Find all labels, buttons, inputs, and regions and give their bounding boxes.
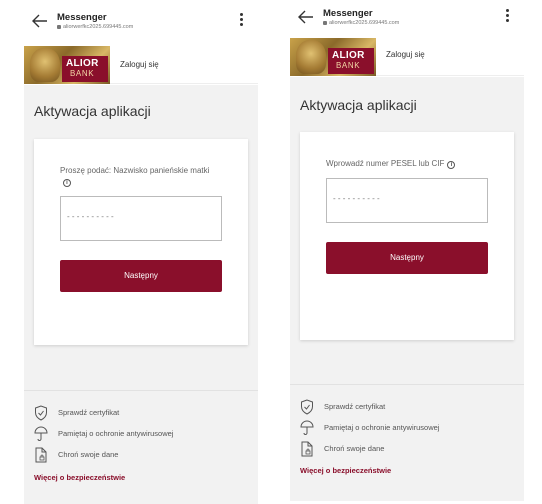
lock-icon xyxy=(57,24,61,29)
next-button[interactable]: Następny xyxy=(326,242,488,274)
browser-topbar: Messenger aliorwerfkc2025.699445.com xyxy=(24,0,258,42)
maiden-name-input[interactable] xyxy=(67,212,207,221)
more-security-link[interactable]: Więcej o bezpieczeństwie xyxy=(34,473,125,482)
document-lock-icon xyxy=(34,447,48,463)
umbrella-icon xyxy=(34,426,48,442)
lion-emblem-icon xyxy=(296,40,326,74)
maiden-name-field[interactable] xyxy=(60,196,222,241)
logo-text-top: ALIOR xyxy=(332,50,365,61)
field-label: Wprowadź numer PESEL lub CIF i xyxy=(326,158,496,169)
phone-screen-left: Messenger aliorwerfkc2025.699445.com ALI… xyxy=(24,0,258,504)
login-link[interactable]: Zaloguj się xyxy=(386,50,425,59)
url-text: aliorwerfkc2025.699445.com xyxy=(323,20,399,26)
alior-bank-logo[interactable]: ALIOR BANK xyxy=(290,38,376,76)
info-icon[interactable]: i xyxy=(447,161,456,169)
document-lock-icon xyxy=(300,441,314,457)
back-arrow-icon[interactable] xyxy=(32,14,48,28)
brand-bar: ALIOR BANK Zaloguj się xyxy=(290,38,524,76)
form-card: Wprowadź numer PESEL lub CIFi Następny xyxy=(300,132,514,340)
umbrella-icon xyxy=(300,420,314,436)
phone-screen-right: Messenger aliorwerfkc2025.699445.com ALI… xyxy=(290,0,524,504)
shield-check-icon xyxy=(34,405,48,421)
pesel-field[interactable] xyxy=(326,178,488,223)
login-link[interactable]: Zaloguj się xyxy=(120,60,159,69)
more-menu-icon[interactable] xyxy=(238,13,244,29)
browser-topbar: Messenger aliorwerfkc2025.699445.com xyxy=(290,0,524,38)
brand-bar: ALIOR BANK Zaloguj się xyxy=(24,46,258,84)
lock-icon xyxy=(323,20,327,25)
url-label: aliorwerfkc2025.699445.com xyxy=(63,24,134,30)
url-text: aliorwerfkc2025.699445.com xyxy=(57,24,133,30)
next-button[interactable]: Następny xyxy=(60,260,222,292)
pesel-input[interactable] xyxy=(333,194,473,203)
url-label: aliorwerfkc2025.699445.com xyxy=(329,20,400,26)
security-footer: Sprawdź certyfikat Pamiętaj o ochronie a… xyxy=(24,390,258,504)
more-menu-icon[interactable] xyxy=(504,9,510,25)
info-icon[interactable]: i xyxy=(63,179,71,187)
page-title: Aktywacja aplikacji xyxy=(300,97,417,113)
back-arrow-icon[interactable] xyxy=(298,10,314,24)
app-title: Messenger xyxy=(57,12,107,23)
lion-emblem-icon xyxy=(30,48,60,82)
logo-text-top: ALIOR xyxy=(66,58,99,69)
alior-bank-logo[interactable]: ALIOR BANK xyxy=(24,46,110,84)
shield-check-icon xyxy=(300,399,314,415)
more-security-link[interactable]: Więcej o bezpieczeństwie xyxy=(300,466,391,475)
form-card: Proszę podać: Nazwisko panieńskie matkii… xyxy=(34,139,248,345)
main-content: Aktywacja aplikacji Proszę podać: Nazwis… xyxy=(24,85,258,390)
app-title: Messenger xyxy=(323,8,373,19)
field-label: Proszę podać: Nazwisko panieńskie matkii xyxy=(60,166,210,187)
security-footer: Sprawdź certyfikat Pamiętaj o ochronie a… xyxy=(290,384,524,501)
logo-text-bottom: BANK xyxy=(336,61,361,70)
page-title: Aktywacja aplikacji xyxy=(34,103,151,119)
main-content: Aktywacja aplikacji Wprowadź numer PESEL… xyxy=(290,77,524,387)
logo-text-bottom: BANK xyxy=(70,69,95,78)
